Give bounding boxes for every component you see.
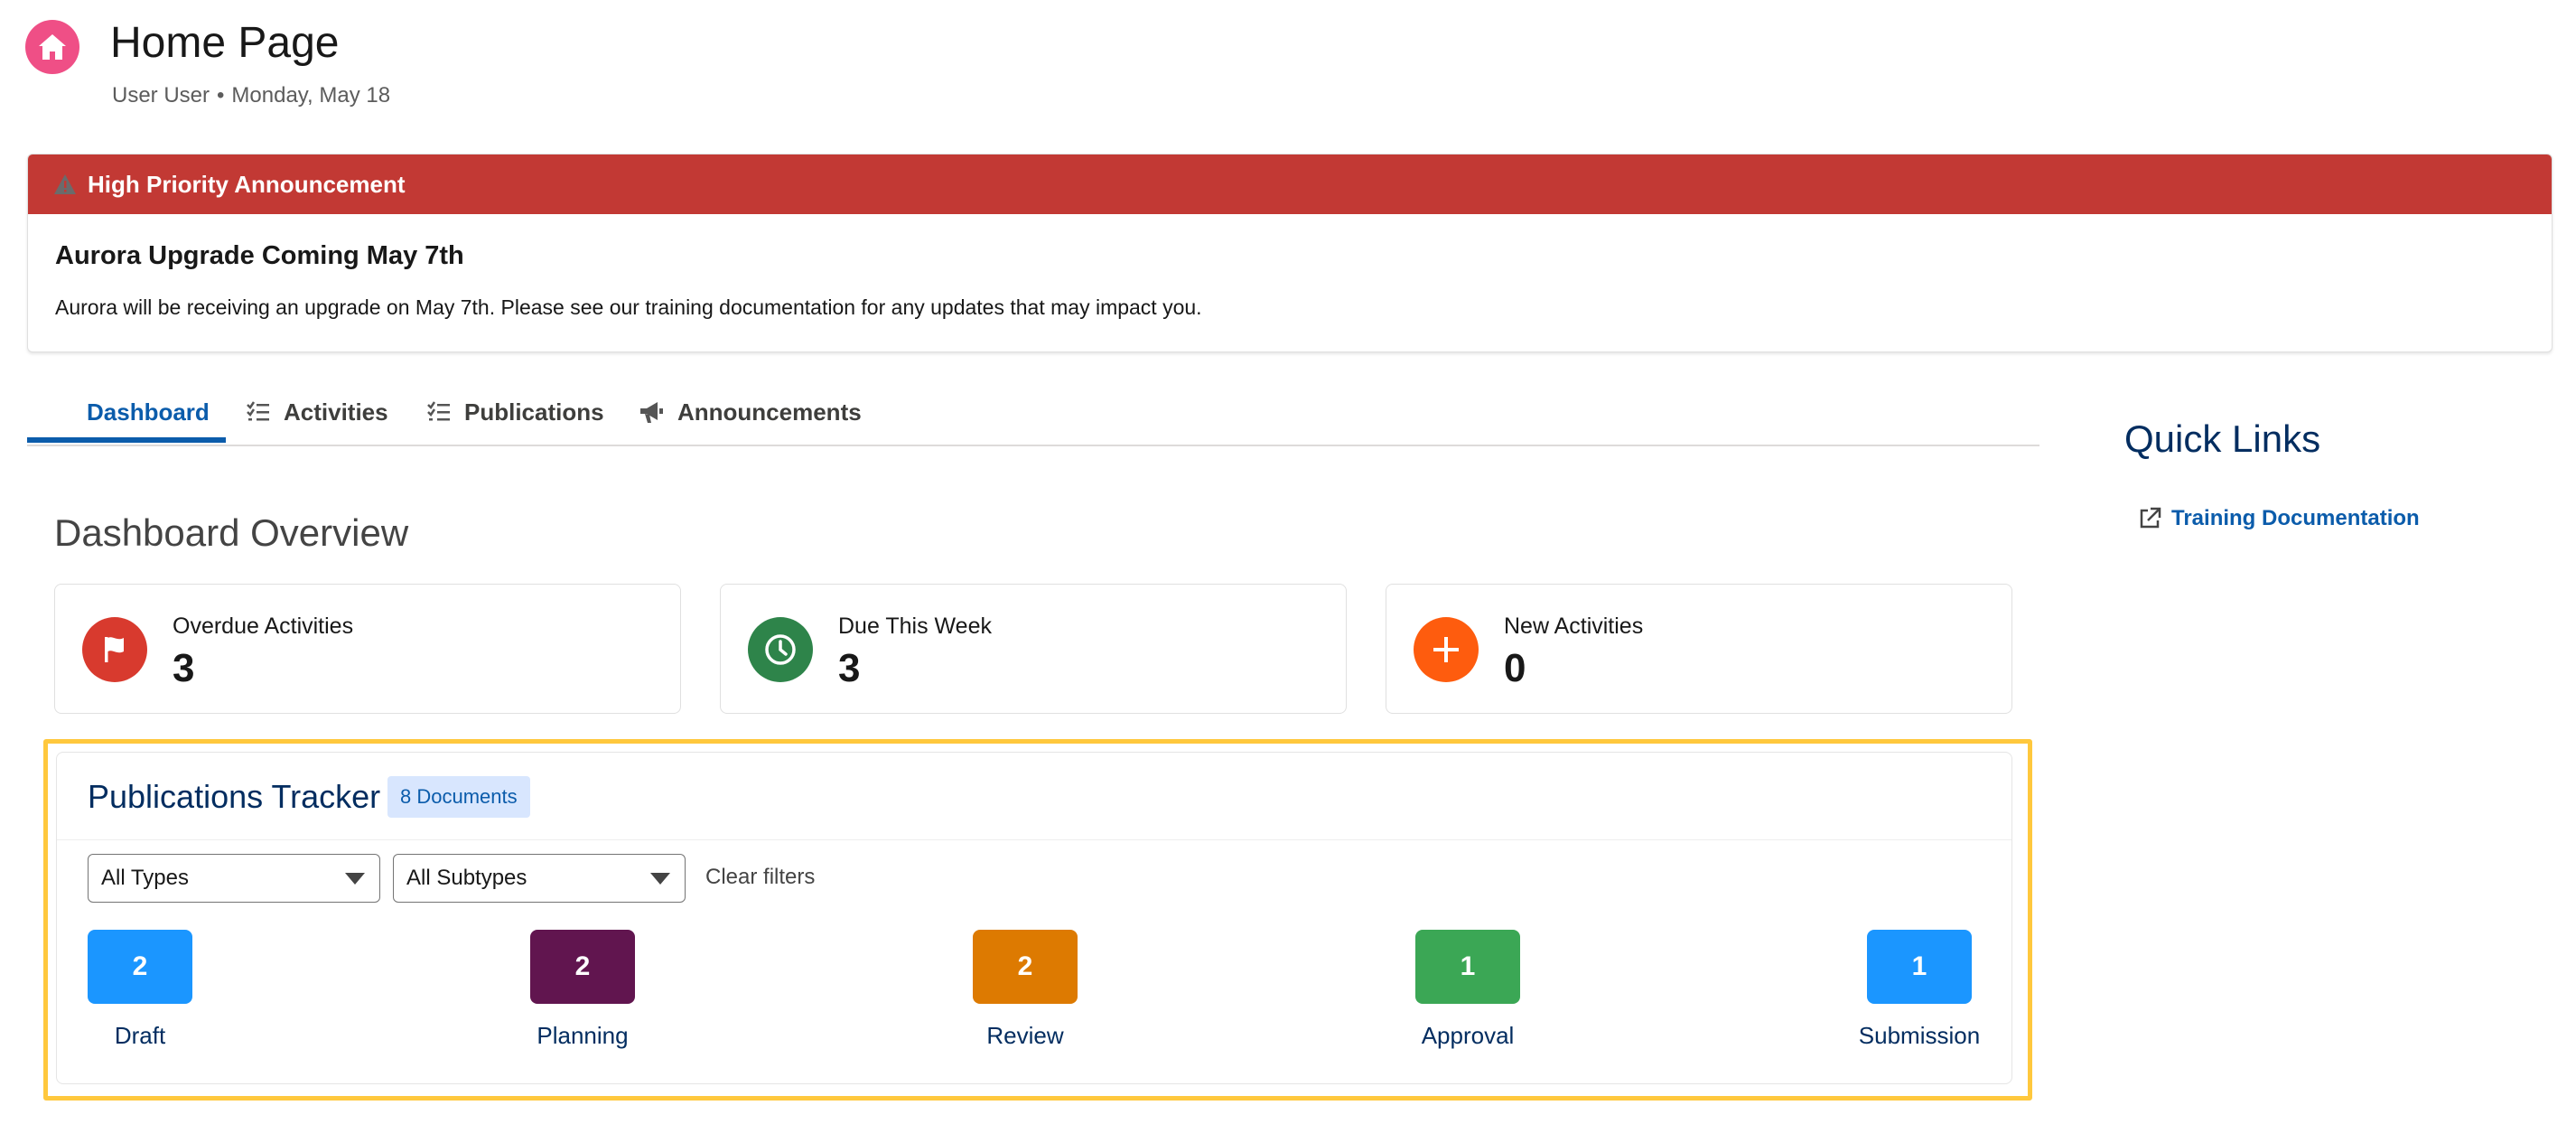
card-label: Due This Week — [838, 614, 992, 639]
current-date: Monday, May 18 — [231, 83, 391, 108]
external-link-icon — [2137, 506, 2162, 531]
documents-count-badge: 8 Documents — [387, 776, 530, 818]
stage-draft[interactable]: 2 Draft — [50, 930, 230, 1050]
page-subtitle: User User • Monday, May 18 — [112, 83, 390, 108]
tab-activities[interactable]: Activities — [246, 379, 388, 445]
stage-name: Review — [986, 1022, 1064, 1049]
separator: • — [217, 83, 225, 108]
stage-count: 2 — [530, 930, 635, 1004]
stage-count: 2 — [973, 930, 1078, 1004]
card-value: 0 — [1504, 646, 1526, 690]
card-value: 3 — [173, 646, 195, 690]
warning-icon — [53, 173, 77, 195]
stage-planning[interactable]: 2 Planning — [492, 930, 673, 1050]
plus-icon — [1414, 617, 1479, 682]
type-filter-select[interactable]: All Types — [88, 854, 380, 903]
stage-name: Draft — [114, 1022, 166, 1049]
tracker-header: Publications Tracker 8 Documents — [57, 753, 2011, 840]
dashboard-overview-title: Dashboard Overview — [54, 511, 409, 554]
megaphone-icon — [638, 399, 665, 425]
overdue-activities-card[interactable]: Overdue Activities 3 — [54, 584, 681, 714]
tab-label: Activities — [284, 398, 388, 426]
announcement-body: Aurora will be receiving an upgrade on M… — [55, 295, 1202, 319]
stage-count: 2 — [88, 930, 192, 1004]
tab-label: Announcements — [677, 398, 862, 426]
chevron-down-icon — [345, 873, 365, 885]
clock-icon — [748, 617, 813, 682]
announcement-banner-label: High Priority Announcement — [88, 170, 406, 198]
flag-icon — [82, 617, 147, 682]
new-activities-card[interactable]: New Activities 0 — [1386, 584, 2012, 714]
announcement-banner: High Priority Announcement — [28, 155, 2552, 214]
stage-name: Submission — [1858, 1022, 1981, 1049]
active-tab-indicator — [27, 437, 226, 443]
card-label: New Activities — [1504, 614, 1644, 639]
due-this-week-card[interactable]: Due This Week 3 — [720, 584, 1347, 714]
tab-label: Publications — [464, 398, 604, 426]
quick-link-label: Training Documentation — [2171, 506, 2420, 530]
tab-publications[interactable]: Publications — [426, 379, 604, 445]
checklist-icon — [246, 400, 271, 424]
chevron-down-icon — [650, 873, 670, 885]
stage-count: 1 — [1415, 930, 1520, 1004]
stage-submission[interactable]: 1 Submission — [1829, 930, 2010, 1050]
stage-name: Planning — [537, 1022, 629, 1049]
announcement-panel: High Priority Announcement Aurora Upgrad… — [27, 154, 2553, 352]
tab-announcements[interactable]: Announcements — [638, 379, 862, 445]
publications-tracker: Publications Tracker 8 Documents All Typ… — [56, 752, 2012, 1084]
clear-filters-button[interactable]: Clear filters — [705, 865, 815, 890]
page-title: Home Page — [110, 19, 340, 67]
tab-dashboard[interactable]: Dashboard — [87, 379, 210, 445]
select-value: All Subtypes — [406, 866, 527, 890]
quick-links-title: Quick Links — [2124, 417, 2321, 460]
subtype-filter-select[interactable]: All Subtypes — [393, 854, 686, 903]
stage-name: Approval — [1421, 1022, 1515, 1049]
select-value: All Types — [101, 866, 189, 890]
tracker-title: Publications Tracker — [88, 778, 381, 815]
training-documentation-link[interactable]: Training Documentation — [2137, 506, 2420, 531]
tab-label: Dashboard — [87, 398, 210, 426]
card-value: 3 — [838, 646, 861, 690]
card-label: Overdue Activities — [173, 614, 354, 639]
user-name: User User — [112, 83, 210, 108]
stage-review[interactable]: 2 Review — [935, 930, 1115, 1050]
checklist-icon — [426, 400, 452, 424]
stage-approval[interactable]: 1 Approval — [1377, 930, 1558, 1050]
home-icon — [25, 20, 79, 74]
announcement-title: Aurora Upgrade Coming May 7th — [55, 241, 464, 270]
stage-count: 1 — [1867, 930, 1972, 1004]
main-tabs: Dashboard Activities Publications Announ… — [27, 379, 2039, 446]
